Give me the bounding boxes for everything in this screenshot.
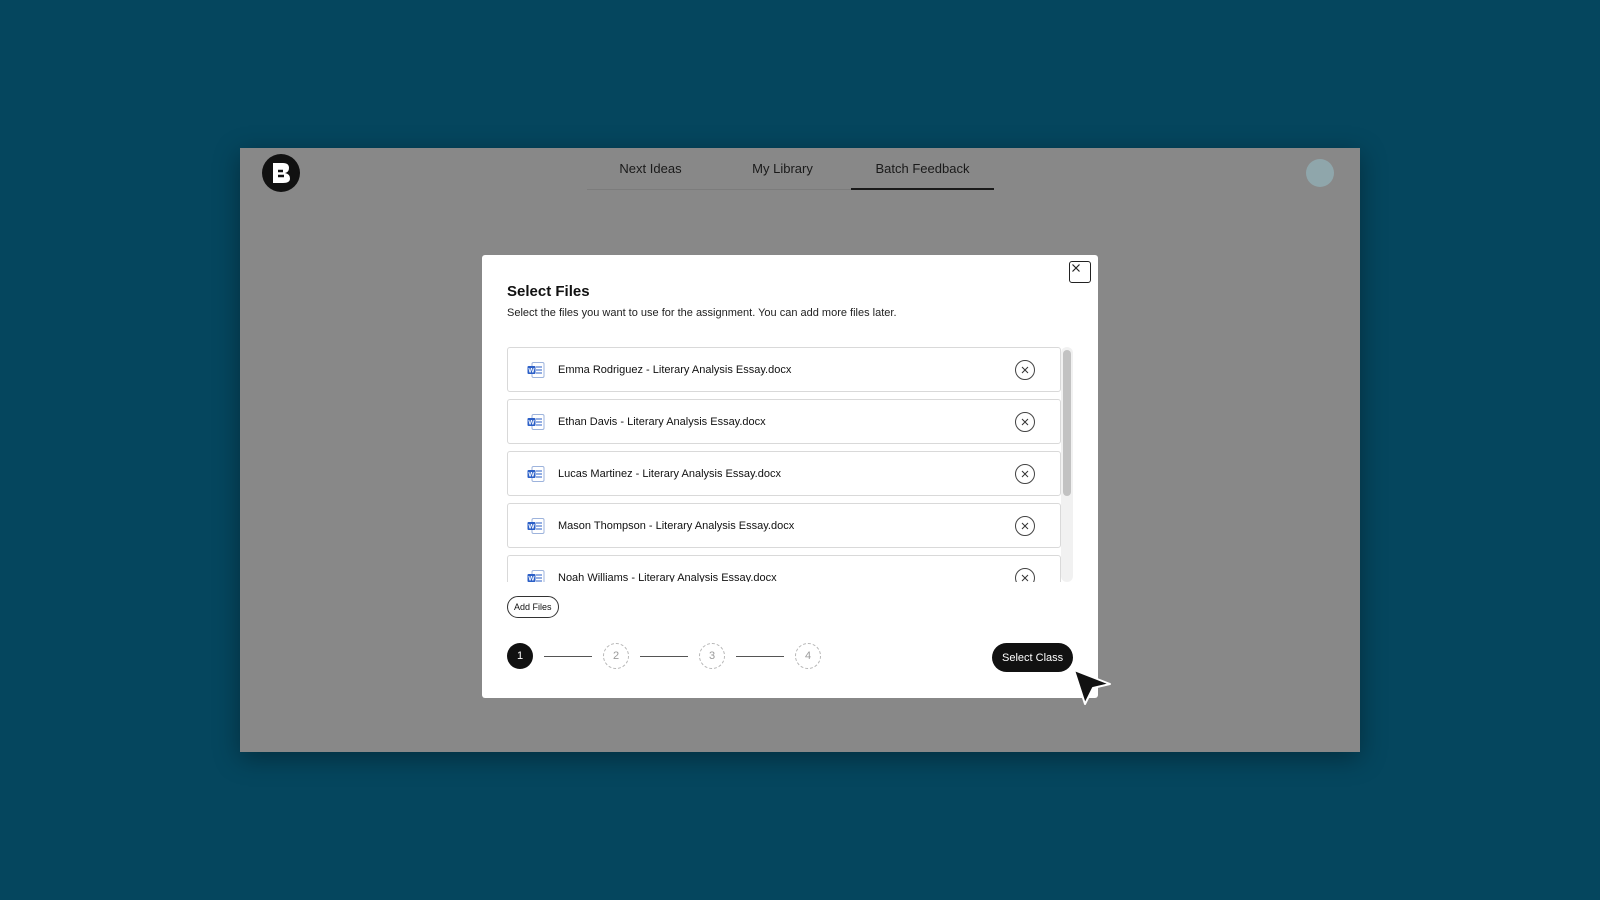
- modal-title: Select Files: [507, 283, 590, 300]
- step-4: 4: [795, 643, 821, 669]
- step-connector: [736, 656, 784, 657]
- file-name: Ethan Davis - Literary Analysis Essay.do…: [558, 415, 766, 428]
- word-doc-icon: W: [527, 517, 545, 534]
- word-doc-icon: W: [527, 361, 545, 378]
- scrollbar[interactable]: [1061, 347, 1073, 582]
- step-connector: [640, 656, 688, 657]
- svg-text:W: W: [528, 419, 535, 426]
- avatar[interactable]: [1306, 159, 1334, 187]
- close-icon: [1021, 366, 1029, 374]
- step-connector: [544, 656, 592, 657]
- remove-file-button[interactable]: [1015, 568, 1035, 582]
- svg-text:W: W: [528, 367, 535, 374]
- tab-my-library[interactable]: My Library: [714, 148, 851, 190]
- remove-file-button[interactable]: [1015, 412, 1035, 432]
- close-button[interactable]: [1069, 261, 1091, 283]
- close-icon: [1021, 470, 1029, 478]
- mouse-pointer-icon: [1072, 668, 1114, 713]
- select-class-button[interactable]: Select Class: [992, 643, 1074, 672]
- step-1: 1: [507, 643, 533, 669]
- remove-file-button[interactable]: [1015, 516, 1035, 536]
- progress-stepper: 1 2 3 4: [507, 643, 827, 670]
- word-doc-icon: W: [527, 465, 545, 482]
- file-name: Emma Rodriguez - Literary Analysis Essay…: [558, 363, 792, 376]
- svg-text:W: W: [528, 471, 535, 478]
- tab-batch-feedback[interactable]: Batch Feedback: [851, 148, 994, 190]
- step-3: 3: [699, 643, 725, 669]
- scrollbar-thumb[interactable]: [1063, 350, 1071, 496]
- svg-text:W: W: [528, 575, 535, 582]
- file-list-item: W Ethan Davis - Literary Analysis Essay.…: [507, 399, 1061, 444]
- file-name: Lucas Martinez - Literary Analysis Essay…: [558, 467, 781, 480]
- file-list-item: W Noah Williams - Literary Analysis Essa…: [507, 555, 1061, 582]
- file-list-item: W Mason Thompson - Literary Analysis Ess…: [507, 503, 1061, 548]
- file-list-item: W Emma Rodriguez - Literary Analysis Ess…: [507, 347, 1061, 392]
- modal-subtitle: Select the files you want to use for the…: [507, 307, 897, 319]
- file-name: Noah Williams - Literary Analysis Essay.…: [558, 571, 777, 583]
- select-files-modal: Select Files Select the files you want t…: [482, 255, 1098, 698]
- file-list[interactable]: W Emma Rodriguez - Literary Analysis Ess…: [507, 347, 1073, 582]
- file-name: Mason Thompson - Literary Analysis Essay…: [558, 519, 795, 532]
- word-doc-icon: W: [527, 413, 545, 430]
- tab-next-ideas[interactable]: Next Ideas: [587, 148, 714, 190]
- top-nav: Next Ideas My Library Batch Feedback: [587, 148, 994, 190]
- close-icon: [1072, 264, 1080, 272]
- step-2: 2: [603, 643, 629, 669]
- word-doc-icon: W: [527, 569, 545, 582]
- close-icon: [1021, 522, 1029, 530]
- close-icon: [1021, 418, 1029, 426]
- remove-file-button[interactable]: [1015, 464, 1035, 484]
- app-logo-icon[interactable]: [262, 154, 300, 192]
- svg-text:W: W: [528, 523, 535, 530]
- remove-file-button[interactable]: [1015, 360, 1035, 380]
- add-files-button[interactable]: Add Files: [507, 596, 559, 618]
- file-list-item: W Lucas Martinez - Literary Analysis Ess…: [507, 451, 1061, 496]
- close-icon: [1021, 574, 1029, 582]
